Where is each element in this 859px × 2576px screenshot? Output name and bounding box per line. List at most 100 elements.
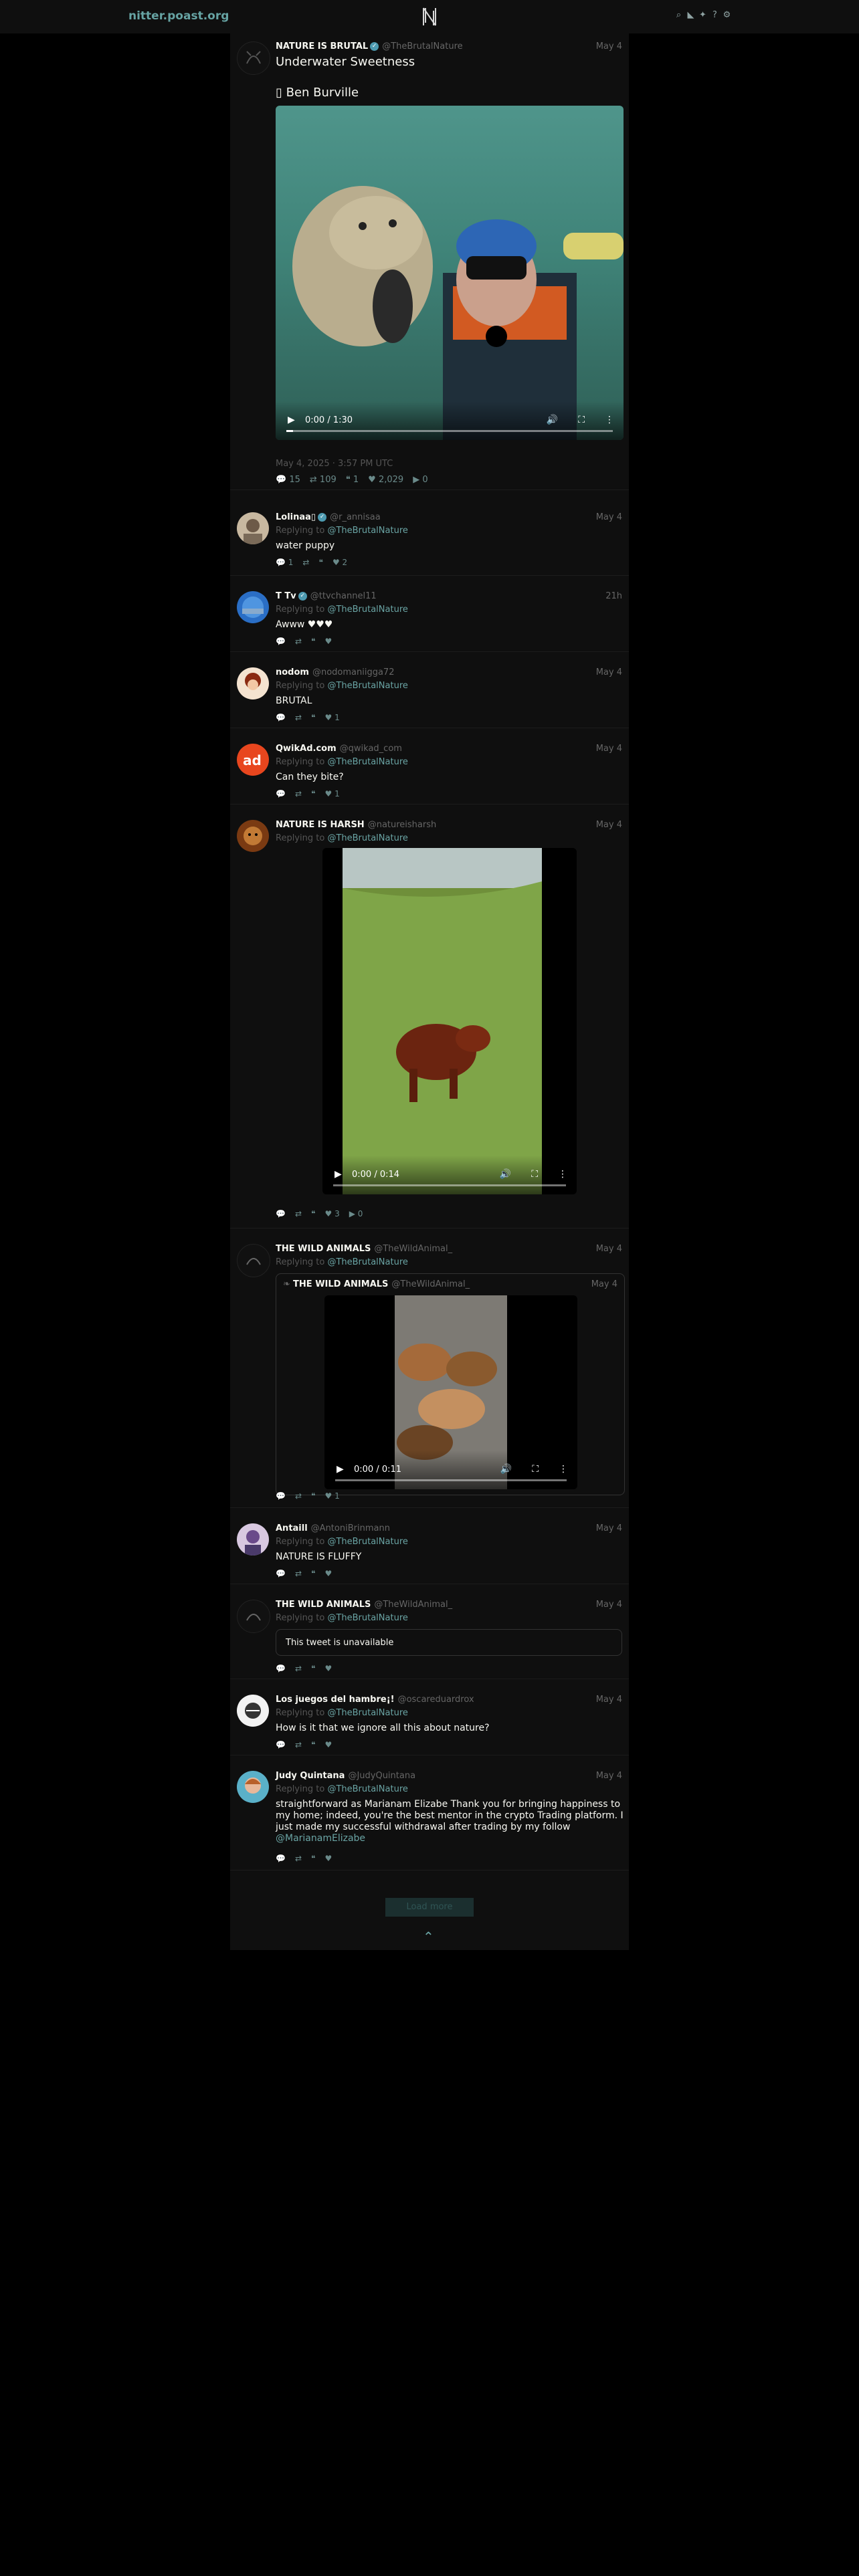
reply-tweet[interactable]: THE WILD ANIMALS @TheWildAnimal_ May 4 Re…	[230, 1229, 629, 1508]
comment-icon[interactable]: 💬	[276, 1854, 286, 1863]
tweet-date[interactable]: May 4	[596, 820, 622, 830]
author-name[interactable]: T Tv	[276, 591, 296, 601]
quote-icon[interactable]: ❝	[311, 1209, 315, 1218]
quote-date[interactable]: May 4	[591, 1279, 617, 1289]
more-options-icon[interactable]: ⋮	[558, 1169, 567, 1180]
reply-tweet[interactable]: Lolinaa▯ ✓ @r_annisaa May 4 Replying to @T…	[230, 502, 629, 576]
author-handle[interactable]: @ttvchannel11	[310, 591, 377, 601]
retweet-stat[interactable]: ⇄	[302, 558, 309, 567]
heart-icon[interactable]: ♥	[324, 1740, 332, 1749]
tweet-date[interactable]: May 4	[596, 512, 622, 522]
view-stat[interactable]: ▶ 0	[349, 1209, 363, 1218]
author-handle[interactable]: @natureisharsh	[368, 820, 437, 830]
play-icon[interactable]: ▶	[335, 1169, 342, 1180]
fullscreen-icon[interactable]: ⛶	[532, 1464, 539, 1475]
author-name[interactable]: Lolinaa▯	[276, 512, 316, 522]
quoted-tweet[interactable]: ❧ THE WILD ANIMALS @TheWildAnimal_ May 4 …	[276, 1273, 625, 1495]
heart-icon[interactable]: ♥	[324, 1664, 332, 1673]
author-name[interactable]: Antaill	[276, 1523, 308, 1533]
play-icon[interactable]: ▶	[288, 415, 295, 425]
quoted-video[interactable]: ▶ 0:00 / 0:11 🔊 ⛶ ⋮	[324, 1295, 577, 1489]
video-progress-bar[interactable]	[286, 430, 613, 432]
comment-icon[interactable]: 💬	[276, 713, 286, 722]
tweet-date[interactable]: May 4	[596, 1523, 622, 1533]
reply-tweet[interactable]: NATURE IS HARSH @natureisharsh May 4 Repl…	[230, 805, 629, 1228]
retweet-icon[interactable]: ⇄	[295, 1854, 302, 1863]
reply-mention[interactable]: @TheBrutalNature	[327, 526, 407, 536]
avatar[interactable]	[237, 512, 269, 544]
author-handle[interactable]: @TheWildAnimal_	[374, 1244, 452, 1254]
author-handle[interactable]: @AntoniBrinmann	[311, 1523, 390, 1533]
retweet-icon[interactable]: ⇄	[295, 1740, 302, 1749]
play-icon[interactable]: ▶	[337, 1464, 344, 1475]
site-name-link[interactable]: nitter.poast.org	[128, 9, 229, 23]
search-icon[interactable]: ⌕	[674, 10, 683, 20]
avatar[interactable]	[237, 667, 269, 700]
avatar[interactable]	[237, 1695, 269, 1727]
view-stat[interactable]: ▶ 0	[413, 475, 427, 485]
reply-mention[interactable]: @TheBrutalNature	[327, 605, 407, 615]
avatar[interactable]	[237, 1244, 270, 1277]
author-handle[interactable]: @nodomaniigga72	[312, 667, 395, 677]
like-stat[interactable]: ♥ 2,029	[368, 475, 403, 485]
avatar[interactable]	[237, 41, 270, 75]
comment-icon[interactable]: 💬	[276, 1491, 286, 1501]
quote-icon[interactable]: ❝	[311, 1569, 315, 1578]
author-name[interactable]: NATURE IS HARSH	[276, 820, 365, 830]
comment-icon[interactable]: 💬	[276, 789, 286, 798]
author-name[interactable]: nodom	[276, 667, 309, 677]
heart-icon[interactable]: ♥	[324, 1854, 332, 1863]
like-stat[interactable]: ♥ 3	[324, 1209, 339, 1218]
quote-icon[interactable]: ❝	[311, 1854, 315, 1863]
main-video[interactable]: ▶ 0:00 / 1:30 🔊 ⛶ ⋮	[276, 106, 624, 440]
like-stat[interactable]: ♥ 1	[324, 713, 339, 722]
retweet-stat[interactable]: ⇄ 109	[310, 475, 337, 485]
avatar[interactable]	[237, 1771, 269, 1803]
tweet-date[interactable]: May 4	[596, 1244, 622, 1254]
reply-mention[interactable]: @TheBrutalNature	[327, 1613, 407, 1623]
fullscreen-icon[interactable]: ⛶	[531, 1169, 538, 1180]
volume-icon[interactable]: 🔊	[547, 415, 558, 425]
comment-icon[interactable]: 💬	[276, 637, 286, 646]
video-progress-bar[interactable]	[335, 1479, 567, 1481]
volume-icon[interactable]: 🔊	[500, 1464, 512, 1475]
retweet-icon[interactable]: ⇄	[295, 637, 302, 646]
reply-mention[interactable]: @TheBrutalNature	[327, 681, 407, 691]
retweet-icon[interactable]: ⇄	[295, 713, 302, 722]
reply-mention[interactable]: @TheBrutalNature	[327, 833, 407, 843]
author-name[interactable]: Los juegos del hambre¡!	[276, 1695, 395, 1705]
author-handle[interactable]: @r_annisaa	[330, 512, 381, 522]
tweet-mention-link[interactable]: @MarianamElizabe	[276, 1833, 365, 1844]
reply-tweet[interactable]: Los juegos del hambre¡! @oscareduardrox M…	[230, 1680, 629, 1755]
load-more-button[interactable]: Load more	[385, 1898, 474, 1917]
reply-tweet[interactable]: nodom @nodomaniigga72 May 4 Replying to @…	[230, 653, 629, 728]
avatar[interactable]	[237, 1600, 270, 1633]
retweet-icon[interactable]: ⇄	[295, 1491, 302, 1501]
reply-tweet[interactable]: T Tv ✓ @ttvchannel11 21h Replying to @TheB…	[230, 576, 629, 652]
comment-icon[interactable]: 💬	[276, 1664, 286, 1673]
reply-tweet[interactable]: ad QwikAd.com @qwikad_com May 4 Replying …	[230, 729, 629, 804]
tweet-date[interactable]: May 4	[596, 744, 622, 754]
author-handle[interactable]: @TheWildAnimal_	[374, 1600, 452, 1610]
reply-video[interactable]: ▶ 0:00 / 0:14 🔊 ⛶ ⋮	[322, 848, 577, 1194]
reply-stat[interactable]: 💬 15	[276, 475, 300, 485]
avatar[interactable]	[237, 820, 269, 852]
heart-icon[interactable]: ♥	[324, 1569, 332, 1578]
author-handle[interactable]: @JudyQuintana	[348, 1771, 415, 1781]
help-icon[interactable]: ?	[710, 10, 719, 20]
like-stat[interactable]: ♥ 1	[324, 789, 339, 798]
reply-mention[interactable]: @TheBrutalNature	[327, 1708, 407, 1718]
reply-mention[interactable]: @TheBrutalNature	[327, 757, 407, 767]
settings-icon[interactable]: ⚙	[723, 10, 731, 20]
quote-icon[interactable]: ❝	[311, 789, 315, 798]
retweet-icon[interactable]: ⇄	[295, 1664, 302, 1673]
like-stat[interactable]: ♥ 1	[324, 1491, 339, 1501]
tweet-date[interactable]: May 4	[596, 1771, 622, 1781]
more-options-icon[interactable]: ⋮	[559, 1464, 568, 1475]
quote-author-handle[interactable]: @TheWildAnimal_	[391, 1279, 470, 1289]
quote-icon[interactable]: ❝	[311, 1491, 315, 1501]
reply-tweet[interactable]: Judy Quintana @JudyQuintana May 4 Replyin…	[230, 1756, 629, 1870]
retweet-icon[interactable]: ⇄	[295, 1209, 302, 1218]
author-name[interactable]: QwikAd.com	[276, 744, 337, 754]
author-name[interactable]: NATURE IS BRUTAL	[276, 41, 368, 51]
